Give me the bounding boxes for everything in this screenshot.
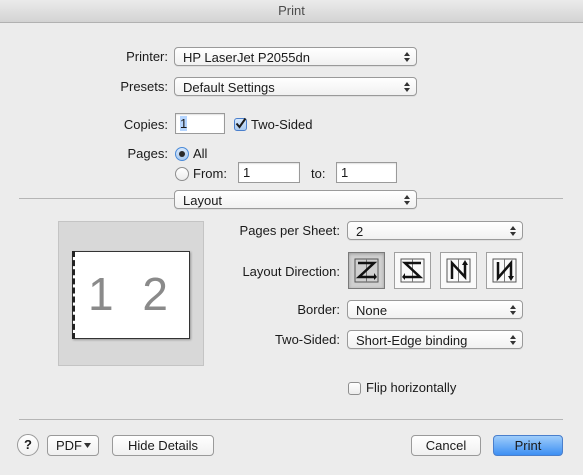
two-sided-checkbox[interactable] xyxy=(234,117,247,131)
pages-all-label: All xyxy=(193,146,208,161)
help-icon: ? xyxy=(24,437,32,452)
hide-details-label: Hide Details xyxy=(127,438,199,453)
section-popup[interactable]: Layout xyxy=(174,190,417,209)
popup-arrows-icon xyxy=(404,195,410,205)
border-value: None xyxy=(356,303,388,318)
checkmark-icon xyxy=(235,117,247,129)
presets-label: Presets: xyxy=(120,79,168,94)
two-sided-layout-label: Two-Sided: xyxy=(274,332,340,347)
copies-field[interactable]: 1 xyxy=(175,113,225,134)
window-titlebar: Print xyxy=(0,0,583,23)
chevron-down-icon xyxy=(84,443,91,448)
border-label: Border: xyxy=(297,302,340,317)
n-down-icon xyxy=(446,258,471,283)
window-title: Print xyxy=(278,3,305,18)
pages-from-radio[interactable] xyxy=(175,167,189,181)
z-pattern-icon xyxy=(354,258,379,283)
popup-arrows-icon xyxy=(404,82,410,92)
direction-z-button[interactable] xyxy=(348,252,385,289)
popup-arrows-icon xyxy=(510,226,516,236)
copies-label: Copies: xyxy=(123,117,168,132)
preview-page-numbers: 1 2 xyxy=(88,268,176,320)
two-sided-popup[interactable]: Short-Edge binding xyxy=(347,330,523,349)
direction-n-button[interactable] xyxy=(440,252,477,289)
pages-from-field[interactable]: 1 xyxy=(238,162,300,183)
help-button[interactable]: ? xyxy=(17,434,39,456)
border-popup[interactable]: None xyxy=(347,300,523,319)
reverse-n-down-icon xyxy=(492,258,517,283)
two-sided-label: Two-Sided xyxy=(251,117,313,132)
pages-to-field[interactable]: 1 xyxy=(336,162,397,183)
pdf-menu-button[interactable]: PDF xyxy=(47,435,99,456)
hide-details-button[interactable]: Hide Details xyxy=(112,435,214,456)
presets-value: Default Settings xyxy=(183,80,275,95)
print-button[interactable]: Print xyxy=(493,435,563,456)
preview-sheet: 1 2 xyxy=(72,251,190,339)
section-value: Layout xyxy=(183,193,223,208)
pages-all-radio[interactable] xyxy=(175,147,189,161)
two-sided-value: Short-Edge binding xyxy=(356,333,468,348)
pages-from-label: From: xyxy=(193,166,227,181)
layout-direction-label: Layout Direction: xyxy=(242,264,340,279)
pages-to-label: to: xyxy=(311,166,326,181)
reverse-z-pattern-icon xyxy=(400,258,425,283)
page-preview-panel: 1 2 xyxy=(58,221,204,366)
pages-label: Pages: xyxy=(127,146,168,161)
cancel-label: Cancel xyxy=(425,438,467,453)
flip-horizontally-checkbox[interactable] xyxy=(348,382,361,395)
copies-value: 1 xyxy=(180,116,188,131)
presets-popup[interactable]: Default Settings xyxy=(174,77,417,96)
pages-per-sheet-popup[interactable]: 2 xyxy=(347,221,523,240)
direction-reverse-z-button[interactable] xyxy=(394,252,431,289)
popup-arrows-icon xyxy=(510,305,516,315)
popup-arrows-icon xyxy=(510,335,516,345)
printer-label: Printer: xyxy=(126,49,168,64)
direction-reverse-n-button[interactable] xyxy=(486,252,523,289)
pages-per-sheet-label: Pages per Sheet: xyxy=(239,223,340,238)
flip-horizontally-label: Flip horizontally xyxy=(366,380,457,395)
popup-arrows-icon xyxy=(404,52,410,62)
pages-to-value: 1 xyxy=(341,165,349,180)
pages-from-value: 1 xyxy=(243,165,251,180)
print-label: Print xyxy=(514,438,542,453)
pages-per-sheet-value: 2 xyxy=(356,224,364,239)
printer-popup[interactable]: HP LaserJet P2055dn xyxy=(174,47,417,66)
footer-separator xyxy=(19,419,563,420)
printer-value: HP LaserJet P2055dn xyxy=(183,50,310,65)
pdf-label: PDF xyxy=(56,438,82,453)
cancel-button[interactable]: Cancel xyxy=(411,435,481,456)
